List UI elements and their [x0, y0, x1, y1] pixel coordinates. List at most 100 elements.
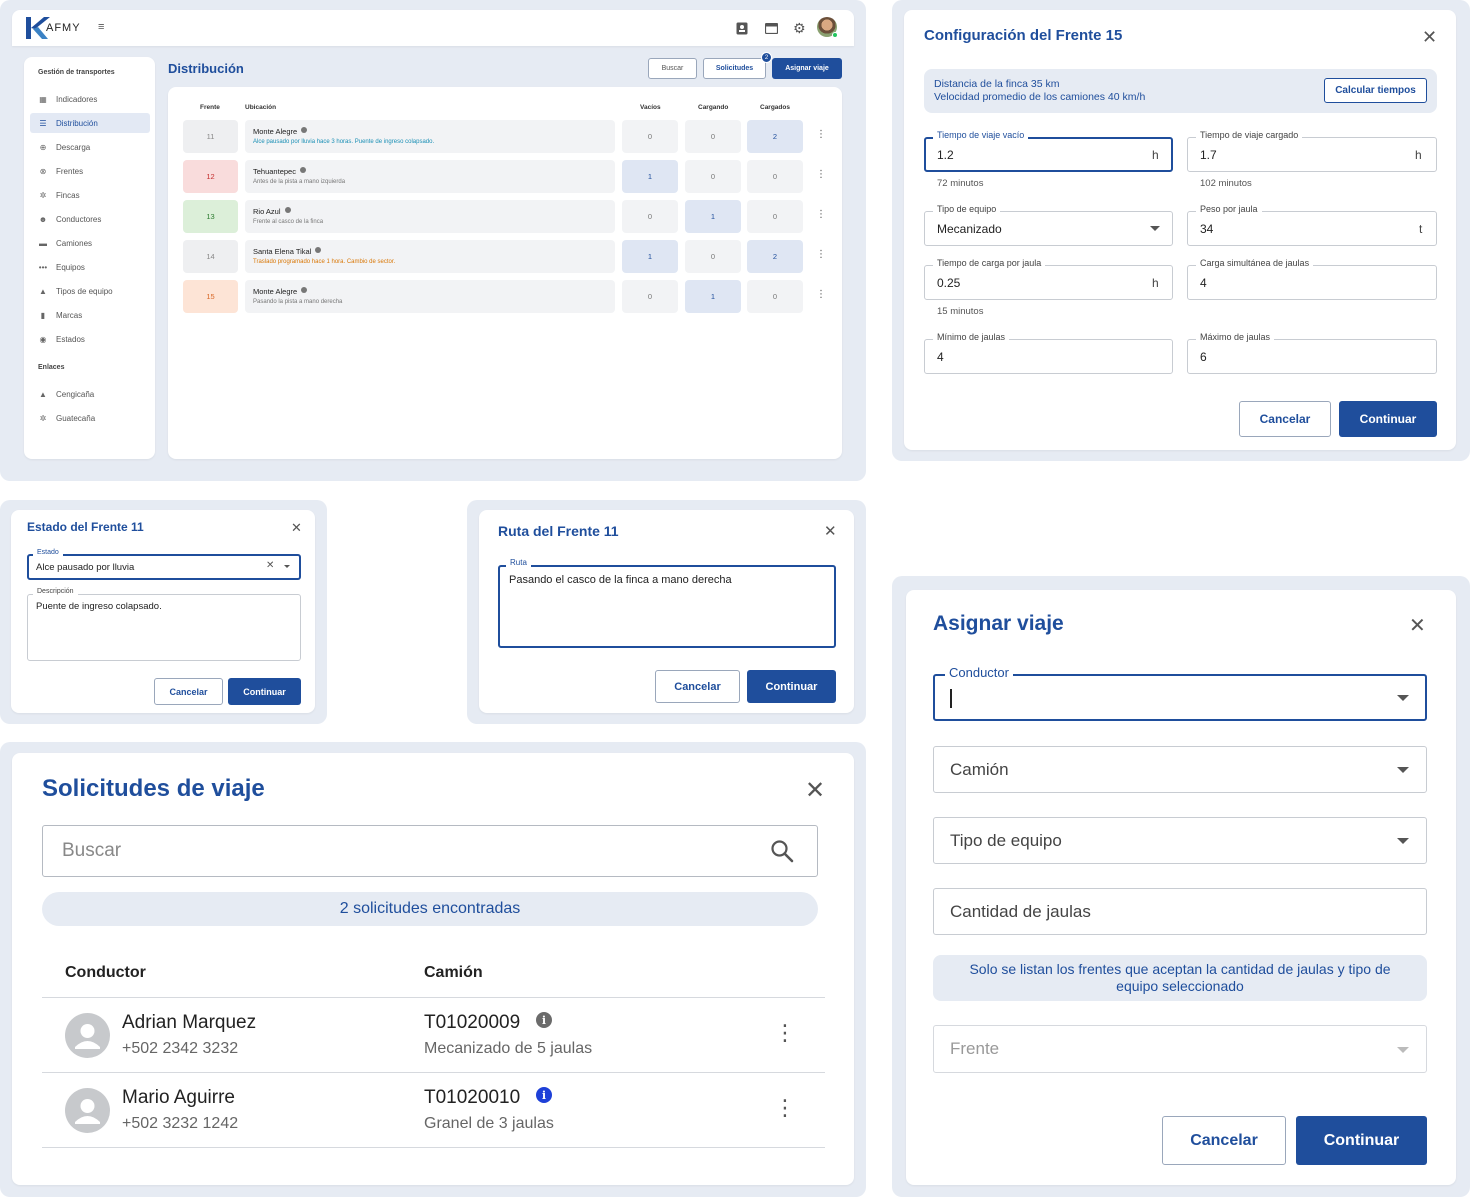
location-cell[interactable]: Rio Azul Frente al casco de la finca [245, 200, 615, 233]
sidebar-item-10[interactable]: ◉ Estados [30, 329, 150, 349]
sidebar-item-1[interactable]: ☰ Distribución [30, 113, 150, 133]
location-cell[interactable]: Santa Elena Tikal Traslado programado hac… [245, 240, 615, 273]
location-info-icon[interactable] [300, 167, 306, 173]
truck-info-icon[interactable]: i [536, 1012, 552, 1028]
row-more-icon[interactable]: ⋮ [816, 170, 826, 180]
driver-select[interactable] [933, 674, 1427, 721]
request-row[interactable]: Mario Aguirre +502 3232 1242 T01020010 i Gra… [42, 1073, 825, 1148]
state-dropdown-icon[interactable] [284, 565, 290, 568]
config-continue-button[interactable]: Continuar [1339, 401, 1437, 437]
search-button[interactable]: Buscar [648, 58, 697, 79]
row-more-icon[interactable]: ⋮ [816, 130, 826, 140]
row-more-icon[interactable]: ⋮ [816, 250, 826, 260]
location-cell[interactable]: Tehuantepec Antes de la pista a mano izqu… [245, 160, 615, 193]
assign-cancel-button[interactable]: Cancelar [1162, 1116, 1286, 1165]
sidebar-item-5[interactable]: ☻ Conductores [30, 209, 150, 229]
sidebar-item-3[interactable]: ⊗ Frentes [30, 161, 150, 181]
sidebar-item-8[interactable]: ▲ Tipos de equipo [30, 281, 150, 301]
cargados-cell[interactable]: 0 [747, 200, 803, 233]
route-close-icon[interactable]: ✕ [824, 524, 837, 539]
sidebar-item-2[interactable]: ⊕ Descarga [30, 137, 150, 157]
cargados-cell[interactable]: 2 [747, 240, 803, 273]
assign-trip-button[interactable]: Asignar viaje [772, 58, 842, 79]
cargados-cell[interactable]: 0 [747, 160, 803, 193]
route-cancel-button[interactable]: Cancelar [655, 670, 740, 703]
min-cages-input[interactable] [924, 339, 1173, 374]
requests-search-input[interactable] [42, 825, 818, 877]
state-close-icon[interactable]: ✕ [291, 521, 302, 534]
sidebar-item-9[interactable]: ▮ Marcas [30, 305, 150, 325]
max-cages-input[interactable] [1187, 339, 1437, 374]
weight-input[interactable] [1187, 211, 1437, 246]
row-more-icon[interactable]: ⋮ [774, 1022, 796, 1044]
frente-badge[interactable]: 12 [183, 160, 238, 193]
cargando-cell[interactable]: 1 [685, 200, 741, 233]
vacios-cell[interactable]: 1 [622, 160, 678, 193]
location-info-icon[interactable] [301, 127, 307, 133]
cargando-cell[interactable]: 0 [685, 120, 741, 153]
loaded-time-input[interactable] [1187, 137, 1437, 172]
empty-time-input[interactable] [924, 137, 1173, 172]
vacios-cell[interactable]: 0 [622, 280, 678, 313]
truck-dropdown-icon[interactable] [1397, 767, 1409, 773]
route-continue-button[interactable]: Continuar [747, 670, 836, 703]
cargados-cell[interactable]: 0 [747, 280, 803, 313]
frente-badge[interactable]: 15 [183, 280, 238, 313]
requests-close-icon[interactable]: ✕ [805, 779, 825, 803]
frente-number: 12 [206, 172, 215, 181]
cargando-cell[interactable]: 0 [685, 160, 741, 193]
equipment-dropdown-icon[interactable] [1150, 226, 1160, 231]
equipment-type-dropdown-icon[interactable] [1397, 838, 1409, 844]
truck-icon: ▬ [39, 238, 47, 248]
frente-badge[interactable]: 14 [183, 240, 238, 273]
assign-close-icon[interactable]: ✕ [1409, 616, 1426, 636]
sidebar-item-4[interactable]: ✲ Fincas [30, 185, 150, 205]
location-desc: Traslado programado hace 1 hora. Cambio … [253, 259, 396, 265]
state-continue-button[interactable]: Continuar [228, 678, 301, 705]
simultaneous-input[interactable] [1187, 265, 1437, 300]
vacios-cell[interactable]: 0 [622, 200, 678, 233]
config-distance: Distancia de la finca 35 km [934, 78, 1060, 90]
load-time-input[interactable] [924, 265, 1173, 300]
requests-count: 2 solicitudes encontradas [339, 900, 521, 917]
state-clear-icon[interactable]: ✕ [266, 560, 274, 571]
row-more-icon[interactable]: ⋮ [816, 290, 826, 300]
frente-badge[interactable]: 11 [183, 120, 238, 153]
sidebar-item-7[interactable]: ••• Equipos [30, 257, 150, 277]
cargando-cell[interactable]: 1 [685, 280, 741, 313]
vacios-cell[interactable]: 1 [622, 240, 678, 273]
location-info-icon[interactable] [315, 247, 321, 253]
logo[interactable]: AFMY [24, 15, 81, 41]
calc-times-button[interactable]: Calcular tiempos [1324, 78, 1427, 103]
sidebar-item-0[interactable]: ▦ Indicadores [30, 89, 150, 109]
vacios-cell[interactable]: 0 [622, 120, 678, 153]
settings-gear-icon[interactable]: ⚙ [793, 20, 806, 37]
location-cell[interactable]: Monte Alegre Alce pausado por lluvia hace… [245, 120, 615, 153]
state-cancel-button[interactable]: Cancelar [154, 678, 223, 705]
request-row[interactable]: Adrian Marquez +502 2342 3232 T01020009 i Me… [42, 998, 825, 1073]
location-info-icon[interactable] [301, 287, 307, 293]
location-info-icon[interactable] [285, 207, 291, 213]
location-cell[interactable]: Monte Alegre Pasando la pista a mano dere… [245, 280, 615, 313]
config-cancel-button[interactable]: Cancelar [1239, 401, 1331, 437]
sidebar-item-6[interactable]: ▬ Camiones [30, 233, 150, 253]
frente-badge[interactable]: 13 [183, 200, 238, 233]
menu-collapse-icon[interactable]: ≡ [98, 21, 104, 33]
location-desc: Alce pausado por lluvia hace 3 horas. Pu… [253, 139, 435, 145]
cargados-cell[interactable]: 2 [747, 120, 803, 153]
sidebar-link-1[interactable]: ✲ Guatecaña [30, 408, 150, 428]
cargando-cell[interactable]: 0 [685, 240, 741, 273]
requests-button[interactable]: Solicitudes [703, 58, 766, 79]
sidebar-link-0[interactable]: ▲ Cengicaña [30, 384, 150, 404]
user-avatar[interactable] [817, 17, 838, 38]
dashboard-icon: ▦ [39, 94, 47, 104]
row-more-icon[interactable]: ⋮ [774, 1097, 796, 1119]
calendar-icon[interactable] [765, 23, 778, 34]
contact-icon[interactable] [736, 22, 748, 35]
truck-info-icon[interactable]: i [536, 1087, 552, 1103]
search-icon[interactable] [770, 839, 794, 863]
config-close-icon[interactable]: ✕ [1422, 28, 1437, 46]
driver-dropdown-icon[interactable] [1397, 695, 1409, 701]
row-more-icon[interactable]: ⋮ [816, 210, 826, 220]
assign-continue-button[interactable]: Continuar [1296, 1116, 1427, 1165]
